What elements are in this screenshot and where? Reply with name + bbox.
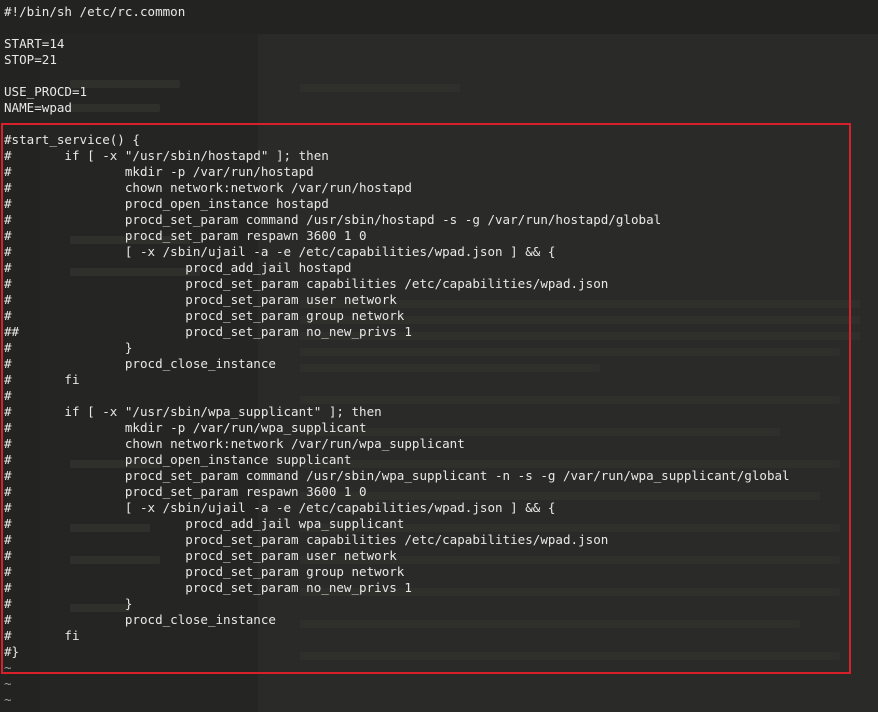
- code-line: NAME=wpad: [4, 100, 72, 115]
- annotation-highlight-box: [1, 123, 851, 674]
- code-line: USE_PROCD=1: [4, 84, 88, 99]
- empty-line-tilde: ~: [4, 692, 12, 707]
- terminal-window[interactable]: #!/bin/sh /etc/rc.common START=14 STOP=21 U…: [0, 0, 878, 712]
- code-line: START=14: [4, 36, 65, 51]
- empty-line-tilde: ~: [4, 676, 12, 691]
- shebang-line: #!/bin/sh /etc/rc.common: [4, 4, 186, 19]
- code-line: STOP=21: [4, 52, 57, 67]
